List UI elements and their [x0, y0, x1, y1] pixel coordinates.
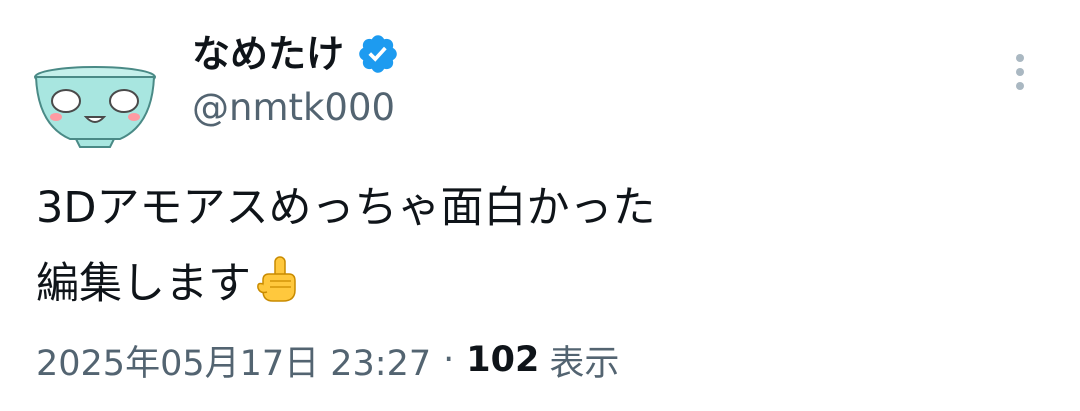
author-name-row[interactable]: なめたけ	[192, 26, 400, 82]
author-handle[interactable]: @nmtk000	[192, 82, 395, 134]
tweet-meta: 2025年05月17日 23:27 · 102 表示	[36, 330, 619, 390]
tweet-text: 3Dアモアスめっちゃ面白かった 編集します	[36, 170, 1036, 322]
more-options-button[interactable]	[1000, 48, 1040, 96]
tweet-text-line-content: 編集します	[36, 259, 251, 309]
avatar[interactable]	[30, 55, 160, 155]
tweet-text-line: 3Dアモアスめっちゃ面白かった	[36, 183, 656, 233]
views-label: 表示	[549, 343, 620, 384]
meta-separator: ·	[443, 340, 455, 380]
tweet-timestamp[interactable]: 2025年05月17日 23:27	[36, 335, 431, 386]
more-vertical-icon	[1016, 54, 1024, 90]
views-count: 102	[466, 340, 540, 380]
verified-badge-icon	[356, 32, 400, 76]
author-display-name[interactable]: なめたけ	[192, 26, 344, 82]
pointing-up-hand-emoji-icon	[253, 252, 303, 302]
green-bowl-face-icon	[34, 66, 156, 148]
tweet-text-line: 編集します	[36, 246, 1036, 322]
